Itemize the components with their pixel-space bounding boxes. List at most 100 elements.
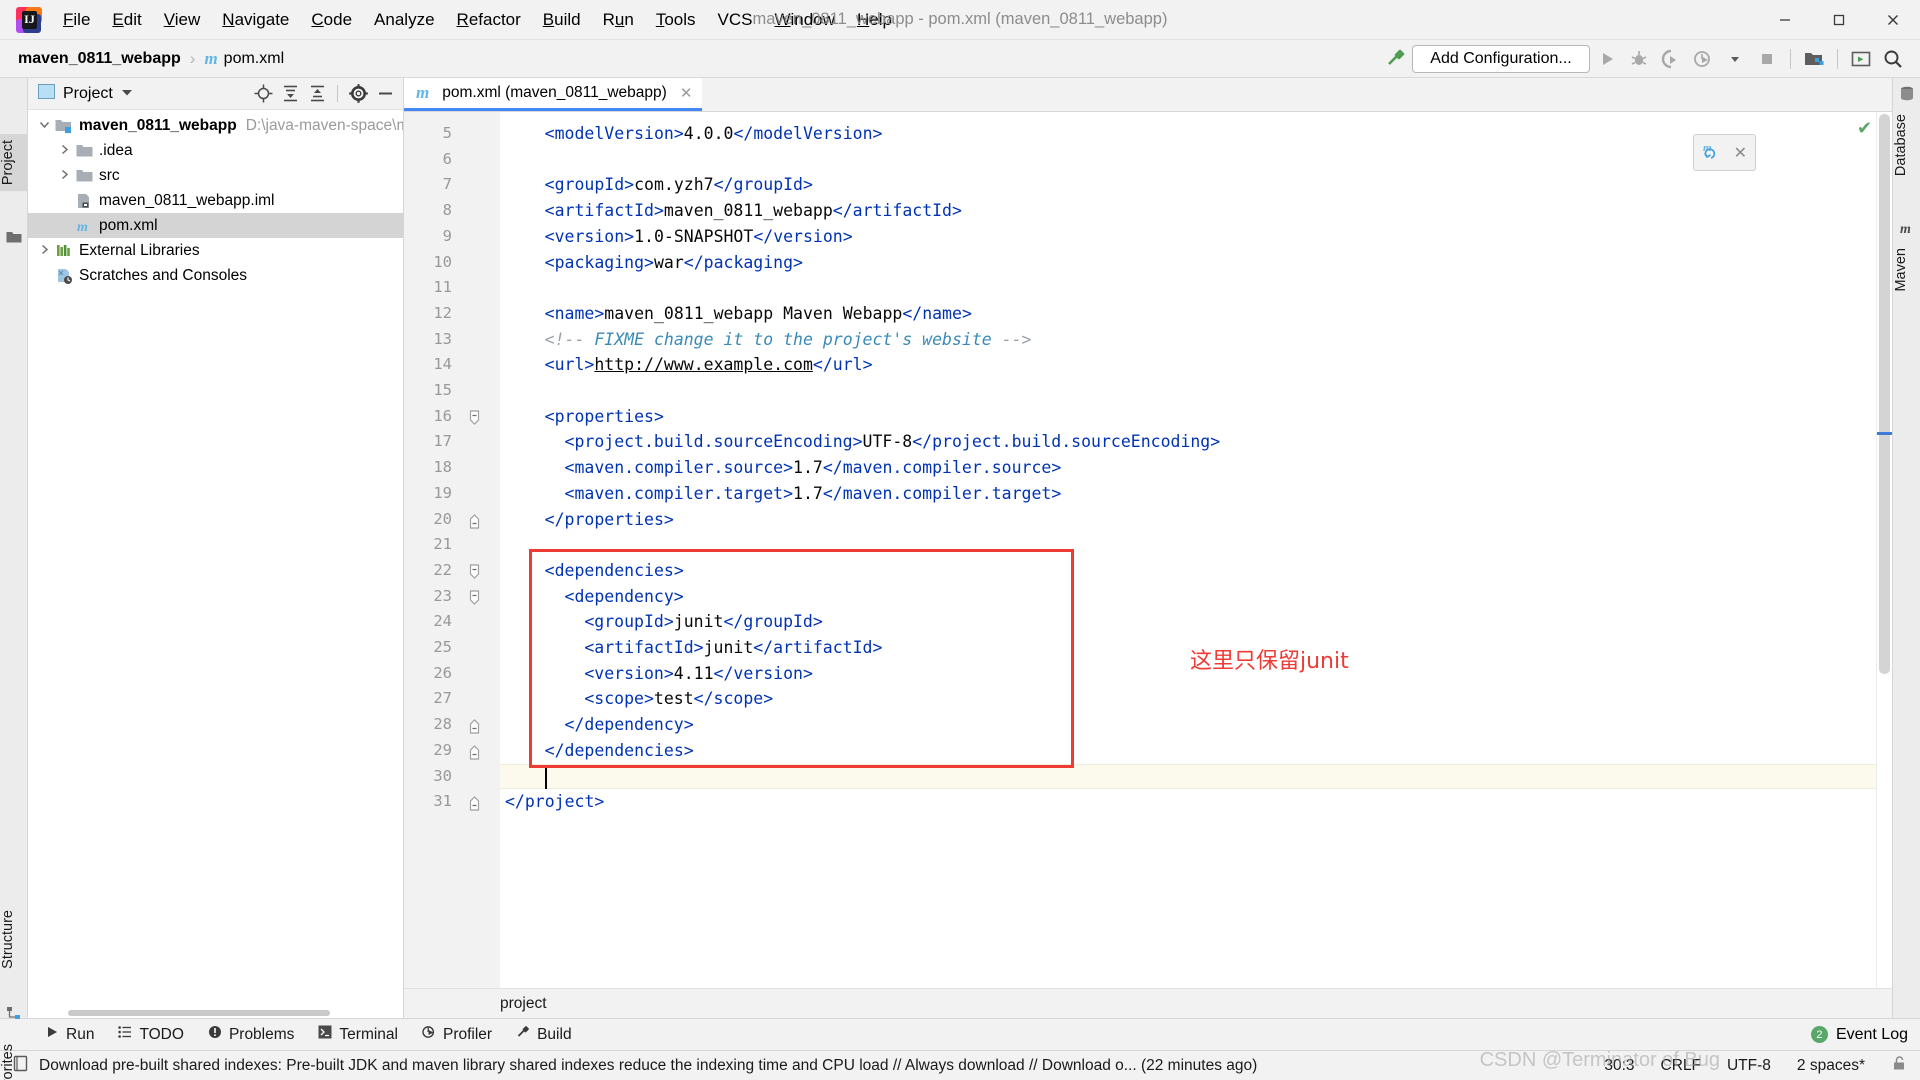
inspections-ok-check-icon[interactable]: ✔ (1857, 118, 1872, 139)
fold-collapse-icon[interactable] (468, 795, 482, 811)
project-tree[interactable]: maven_0811_webapp D:\java-maven-space\m .i… (28, 110, 403, 1007)
line-separator[interactable]: CRLF (1661, 1057, 1701, 1075)
editor-tab-pom-xml[interactable]: m pom.xml (maven_0811_webapp) ✕ (404, 78, 703, 111)
code-line[interactable]: <maven.compiler.target>1.7</maven.compil… (565, 484, 1062, 503)
code-line[interactable]: <packaging>war</packaging> (545, 253, 803, 272)
menu-item-analyze[interactable]: Analyze (363, 6, 445, 34)
scrollbar-thumb[interactable] (68, 1010, 330, 1016)
file-encoding[interactable]: UTF-8 (1727, 1057, 1771, 1075)
fold-expand-icon[interactable] (468, 564, 482, 579)
code-line[interactable]: <name>maven_0811_webapp Maven Webapp</na… (545, 304, 972, 323)
maven-reload-popup[interactable]: m ✕ (1692, 134, 1756, 171)
code-line[interactable]: <project.build.sourceEncoding>UTF-8</pro… (565, 432, 1221, 451)
menu-item-refactor[interactable]: Refactor (446, 6, 532, 34)
menu-item-window[interactable]: Window (763, 6, 845, 34)
tree-row-src[interactable]: src (28, 163, 403, 188)
fold-expand-icon[interactable] (468, 589, 482, 605)
chevron-down-icon[interactable] (34, 119, 54, 133)
menu-item-help[interactable]: Help (846, 6, 903, 34)
maven-reload-icon[interactable]: m (1702, 140, 1724, 165)
code-line[interactable]: <dependency> (565, 587, 684, 606)
tool-window-profiler[interactable]: Profiler (411, 1022, 503, 1047)
debug-icon[interactable] (1624, 44, 1654, 74)
project-tree-hscrollbar[interactable] (28, 1007, 403, 1018)
code-line[interactable]: <properties> (545, 407, 664, 426)
code-line[interactable]: </dependency> (565, 715, 694, 734)
fold-collapse-icon[interactable] (468, 513, 482, 529)
code-line[interactable]: </project> (505, 792, 604, 811)
status-message[interactable]: Download pre-built shared indexes: Pre-b… (39, 1057, 1257, 1075)
hide-minus-icon[interactable] (373, 82, 397, 106)
hammer-build-icon[interactable] (1380, 44, 1410, 74)
tool-window-run[interactable]: Run (34, 1022, 105, 1047)
menu-item-code[interactable]: Code (300, 6, 363, 34)
code-line[interactable]: <version>1.0-SNAPSHOT</version> (545, 227, 853, 246)
code-line[interactable]: <version>4.11</version> (584, 664, 813, 683)
code-line[interactable]: <artifactId>maven_0811_webapp</artifactI… (545, 201, 962, 220)
code-editor[interactable]: 这里只保留junit m ✕ <modelVersion>4.0.0</mode… (500, 112, 1876, 988)
code-token-url[interactable]: http://www.example.com (594, 355, 813, 374)
profiler-icon[interactable] (1688, 44, 1718, 74)
close-button[interactable] (1866, 0, 1920, 40)
tree-row--idea[interactable]: .idea (28, 138, 403, 163)
tree-row-external-libraries[interactable]: External Libraries (28, 238, 403, 263)
chevron-right-icon[interactable] (54, 169, 74, 183)
menu-item-file[interactable]: File (52, 6, 101, 34)
project-structure-icon[interactable] (1799, 44, 1829, 74)
code-line[interactable]: <!-- FIXME change it to the project's we… (545, 330, 1032, 349)
fold-collapse-icon[interactable] (468, 718, 482, 734)
code-line[interactable]: <scope>test</scope> (584, 689, 773, 708)
sidebar-item-structure[interactable]: Structure (0, 904, 28, 975)
expand-all-icon[interactable] (278, 82, 302, 106)
tool-window-problems[interactable]: Problems (197, 1022, 305, 1047)
dropdown-caret-icon[interactable] (1720, 44, 1750, 74)
code-line[interactable]: <maven.compiler.source>1.7</maven.compil… (565, 458, 1062, 477)
menu-item-navigate[interactable]: Navigate (211, 6, 300, 34)
chevron-right-icon[interactable] (54, 144, 74, 158)
menu-item-build[interactable]: Build (532, 6, 592, 34)
code-line[interactable]: <modelVersion>4.0.0</modelVersion> (545, 124, 883, 143)
code-line[interactable]: </properties> (545, 510, 674, 529)
code-line[interactable]: <groupId>com.yzh7</groupId> (545, 175, 813, 194)
settings-gear-icon[interactable] (346, 82, 370, 106)
code-line[interactable]: <dependencies> (545, 561, 684, 580)
collapse-all-icon[interactable] (305, 82, 329, 106)
menu-item-edit[interactable]: Edit (101, 6, 152, 34)
menu-item-tools[interactable]: Tools (645, 6, 707, 34)
chevron-right-icon[interactable] (34, 244, 54, 258)
sidebar-item-database[interactable]: Database (1893, 108, 1920, 182)
select-opened-file-icon[interactable] (1846, 44, 1876, 74)
editor-gutter[interactable]: 5 6 7 8 9 10 11 12 13 14 15 16 17 18 19 20 21 22 23 24 25 26 2… (404, 112, 500, 988)
tool-window-build[interactable]: Build (505, 1022, 582, 1047)
tool-window-event-log-label[interactable]: Event Log (1836, 1026, 1908, 1044)
unlocked-icon[interactable] (1891, 1055, 1908, 1077)
menu-item-view[interactable]: View (153, 6, 212, 34)
add-configuration-button[interactable]: Add Configuration... (1412, 44, 1590, 73)
stop-icon[interactable] (1752, 44, 1782, 74)
sidebar-item-project[interactable]: Project (0, 134, 28, 192)
tree-row-maven-0811-webapp-iml[interactable]: maven_0811_webapp.iml (28, 188, 403, 213)
caret-position[interactable]: 30:3 (1604, 1057, 1634, 1075)
code-line[interactable]: <artifactId>junit</artifactId> (584, 638, 882, 657)
indent-setting[interactable]: 2 spaces* (1797, 1057, 1865, 1075)
breadcrumb-project[interactable]: maven_0811_webapp (18, 50, 181, 68)
fold-expand-icon[interactable] (468, 410, 482, 425)
sidebar-item-favorites[interactable]: Favorites (0, 1038, 28, 1080)
editor-marker-scrollbar[interactable]: ✔ (1857, 112, 1893, 988)
code-line[interactable]: <groupId>junit</groupId> (584, 612, 822, 631)
menu-item-run[interactable]: Run (592, 6, 645, 34)
tree-row-pom-xml[interactable]: m pom.xml (28, 213, 403, 238)
code-line[interactable]: </dependencies> (545, 741, 694, 760)
sidebar-item-maven[interactable]: Maven (1893, 242, 1920, 298)
close-tab-icon[interactable]: ✕ (680, 84, 693, 102)
close-icon[interactable]: ✕ (1734, 143, 1747, 163)
locate-icon[interactable] (251, 82, 275, 106)
fold-collapse-icon[interactable] (468, 744, 482, 760)
run-icon[interactable] (1592, 44, 1622, 74)
code-line[interactable]: <url>http://www.example.com</url> (545, 355, 873, 374)
minimize-button[interactable] (1758, 0, 1812, 40)
menu-item-vcs[interactable]: VCS (707, 6, 764, 34)
tool-window-terminal[interactable]: Terminal (307, 1022, 409, 1047)
search-everywhere-icon[interactable] (1878, 44, 1908, 74)
maximize-button[interactable] (1812, 0, 1866, 40)
